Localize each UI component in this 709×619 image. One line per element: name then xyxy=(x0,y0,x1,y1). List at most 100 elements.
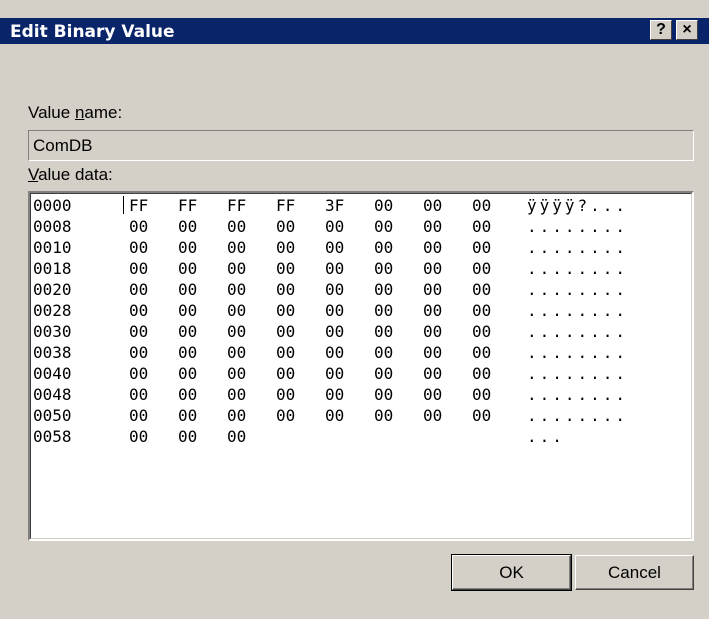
hex-byte[interactable]: 00 xyxy=(374,344,404,362)
hex-byte[interactable]: 00 xyxy=(374,302,404,320)
hex-byte[interactable]: 00 xyxy=(227,218,257,236)
hex-editor-content[interactable]: 0000 FF FF FF FF 3F 00 00 00 ÿÿÿÿ?... 0008 00 00 00 00… xyxy=(30,193,692,539)
hex-byte[interactable]: 00 xyxy=(129,239,159,257)
hex-byte[interactable]: 00 xyxy=(276,218,306,236)
hex-byte[interactable]: 00 xyxy=(276,365,306,383)
hex-byte[interactable]: 00 xyxy=(374,323,404,341)
hex-byte[interactable]: 00 xyxy=(227,344,257,362)
hex-byte[interactable]: 00 xyxy=(227,260,257,278)
ascii-text[interactable]: ........ xyxy=(527,323,628,341)
hex-byte[interactable]: 00 xyxy=(374,218,404,236)
hex-byte[interactable]: 00 xyxy=(472,281,502,299)
hex-byte[interactable]: 00 xyxy=(472,323,502,341)
hex-byte[interactable]: 00 xyxy=(178,260,208,278)
hex-byte[interactable]: 00 xyxy=(423,344,453,362)
hex-byte[interactable]: 00 xyxy=(374,386,404,404)
hex-byte[interactable]: 00 xyxy=(325,386,355,404)
hex-byte[interactable]: 00 xyxy=(472,260,502,278)
hex-byte[interactable]: 00 xyxy=(129,428,159,446)
value-data-editor[interactable]: 0000 FF FF FF FF 3F 00 00 00 ÿÿÿÿ?... 0008 00 00 00 00… xyxy=(28,191,694,541)
hex-byte[interactable]: 00 xyxy=(423,197,453,215)
ascii-text[interactable]: ........ xyxy=(527,365,628,383)
hex-byte[interactable]: 00 xyxy=(472,239,502,257)
hex-byte[interactable]: 00 xyxy=(276,281,306,299)
hex-byte[interactable]: 00 xyxy=(472,197,502,215)
help-button[interactable]: ? xyxy=(650,20,672,40)
hex-byte[interactable]: 00 xyxy=(374,197,404,215)
hex-byte[interactable]: 00 xyxy=(129,323,159,341)
hex-byte[interactable]: 00 xyxy=(276,323,306,341)
hex-byte[interactable]: 00 xyxy=(423,407,453,425)
hex-byte[interactable]: 00 xyxy=(276,302,306,320)
hex-byte[interactable]: 00 xyxy=(472,365,502,383)
hex-byte[interactable]: FF xyxy=(227,197,257,215)
hex-byte[interactable]: FF xyxy=(276,197,306,215)
hex-byte[interactable]: 00 xyxy=(325,260,355,278)
hex-byte[interactable]: 00 xyxy=(374,281,404,299)
hex-byte[interactable]: 00 xyxy=(227,407,257,425)
ascii-text[interactable]: ÿÿÿÿ?... xyxy=(527,197,628,215)
hex-byte[interactable]: 00 xyxy=(129,386,159,404)
hex-byte[interactable]: 00 xyxy=(227,239,257,257)
hex-byte[interactable]: 00 xyxy=(227,428,257,446)
hex-byte[interactable]: 00 xyxy=(423,239,453,257)
ascii-text[interactable]: ........ xyxy=(527,386,628,404)
hex-byte[interactable]: 00 xyxy=(423,218,453,236)
hex-byte[interactable]: 00 xyxy=(423,323,453,341)
hex-byte[interactable]: 00 xyxy=(423,365,453,383)
hex-byte[interactable]: 00 xyxy=(178,386,208,404)
ascii-text[interactable]: ........ xyxy=(527,239,628,257)
cancel-button[interactable]: Cancel xyxy=(575,555,694,590)
close-button[interactable]: × xyxy=(676,20,698,40)
hex-byte[interactable]: 00 xyxy=(276,407,306,425)
hex-byte[interactable]: 00 xyxy=(423,281,453,299)
hex-byte[interactable]: 00 xyxy=(227,386,257,404)
hex-byte[interactable]: 00 xyxy=(227,365,257,383)
hex-byte[interactable]: 00 xyxy=(276,344,306,362)
hex-byte[interactable]: 00 xyxy=(129,260,159,278)
hex-byte[interactable]: 00 xyxy=(227,281,257,299)
hex-byte[interactable]: 00 xyxy=(129,407,159,425)
hex-byte[interactable]: 00 xyxy=(472,407,502,425)
hex-byte[interactable]: 00 xyxy=(178,407,208,425)
hex-byte[interactable]: FF xyxy=(178,197,208,215)
hex-byte[interactable]: 00 xyxy=(276,386,306,404)
hex-byte[interactable]: 00 xyxy=(325,281,355,299)
hex-byte[interactable]: 00 xyxy=(129,365,159,383)
hex-byte[interactable]: 00 xyxy=(374,365,404,383)
hex-byte[interactable]: 00 xyxy=(129,344,159,362)
hex-byte[interactable]: 00 xyxy=(472,344,502,362)
hex-byte[interactable]: 00 xyxy=(178,281,208,299)
hex-byte[interactable]: 00 xyxy=(423,386,453,404)
hex-byte[interactable]: 00 xyxy=(325,218,355,236)
hex-byte[interactable]: 00 xyxy=(178,323,208,341)
hex-byte[interactable]: 00 xyxy=(129,302,159,320)
ok-button[interactable]: OK xyxy=(451,554,572,591)
hex-byte[interactable]: 00 xyxy=(129,281,159,299)
ascii-text[interactable]: ........ xyxy=(527,407,628,425)
hex-byte[interactable]: 00 xyxy=(374,407,404,425)
hex-byte[interactable]: 00 xyxy=(276,239,306,257)
hex-byte[interactable]: 00 xyxy=(325,407,355,425)
hex-byte[interactable]: 00 xyxy=(472,302,502,320)
ascii-text[interactable]: ........ xyxy=(527,344,628,362)
hex-byte[interactable]: 00 xyxy=(325,323,355,341)
hex-byte[interactable]: 00 xyxy=(178,239,208,257)
hex-byte[interactable]: 00 xyxy=(374,260,404,278)
hex-byte[interactable]: 00 xyxy=(227,323,257,341)
hex-byte[interactable]: 00 xyxy=(325,365,355,383)
hex-byte[interactable]: 00 xyxy=(325,302,355,320)
hex-byte[interactable]: 00 xyxy=(178,365,208,383)
hex-byte[interactable]: 00 xyxy=(325,239,355,257)
hex-byte[interactable]: 00 xyxy=(423,302,453,320)
hex-byte[interactable]: FF xyxy=(129,197,159,215)
hex-byte[interactable]: 00 xyxy=(129,218,159,236)
ascii-text[interactable]: ........ xyxy=(527,281,628,299)
ascii-text[interactable]: ........ xyxy=(527,302,628,320)
hex-byte[interactable]: 00 xyxy=(423,260,453,278)
hex-byte[interactable]: 3F xyxy=(325,197,355,215)
hex-byte[interactable]: 00 xyxy=(178,302,208,320)
hex-byte[interactable]: 00 xyxy=(227,302,257,320)
hex-byte[interactable]: 00 xyxy=(325,344,355,362)
hex-byte[interactable]: 00 xyxy=(472,218,502,236)
